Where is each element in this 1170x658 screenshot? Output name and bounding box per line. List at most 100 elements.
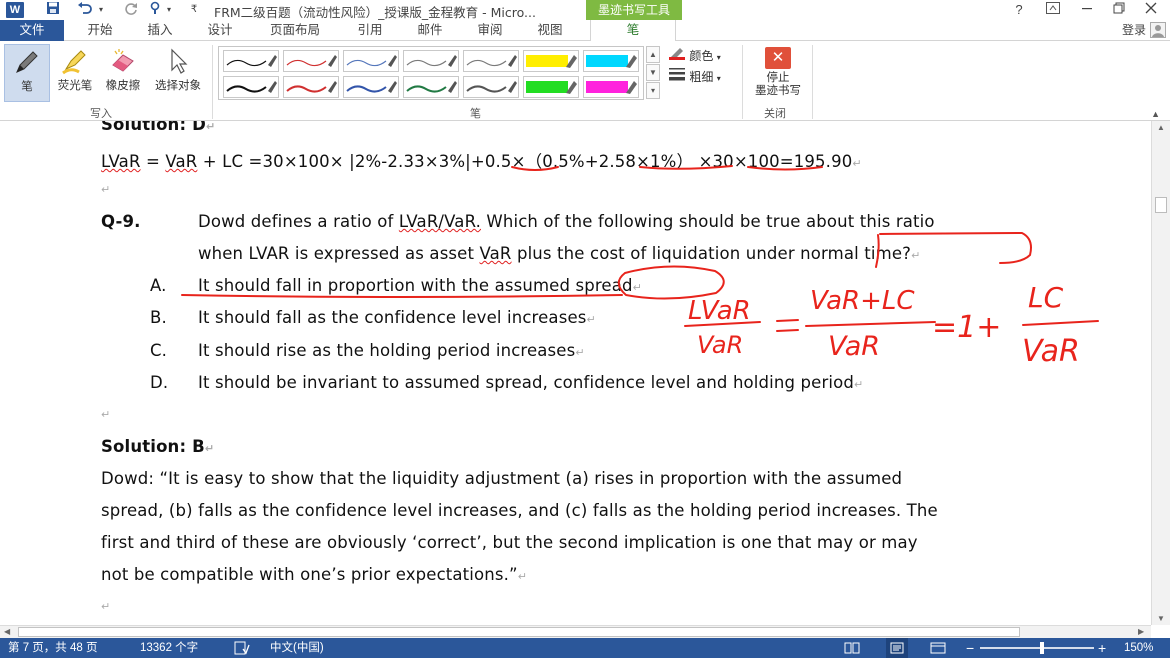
pen-style-swatch[interactable]	[343, 50, 399, 72]
select-objects-label: 选择对象	[155, 80, 201, 92]
gallery-more-icon[interactable]: ▾	[646, 82, 660, 99]
pen-style-swatch[interactable]	[223, 50, 279, 72]
pen-style-swatch[interactable]	[223, 76, 279, 98]
tab-review[interactable]: 审阅	[470, 20, 510, 41]
scroll-right-icon[interactable]: ▶	[1138, 627, 1144, 636]
undo-icon[interactable]	[76, 1, 94, 18]
quick-access-more-icon[interactable]: ₹	[188, 1, 200, 18]
gallery-scroll-down-icon[interactable]: ▼	[646, 64, 660, 81]
customize-icon[interactable]: ▾	[164, 1, 174, 18]
tab-references[interactable]: 引用	[350, 20, 390, 41]
word-count[interactable]: 13362 个字	[140, 638, 198, 658]
highlighter-icon	[61, 47, 89, 75]
ink-text-lc: LC	[1028, 281, 1064, 314]
ribbon-separator	[812, 45, 813, 119]
help-button[interactable]: ?	[1006, 1, 1032, 19]
tab-file[interactable]: 文件	[0, 20, 64, 41]
select-objects-button[interactable]: 选择对象	[148, 44, 208, 102]
close-icon[interactable]	[1138, 1, 1164, 19]
ink-fraction-bar-mid	[805, 321, 936, 327]
pen-thickness-dropdown-icon: ▾	[716, 74, 721, 83]
ink-text-one-plus: =1+	[932, 310, 1001, 345]
ink-equals-1	[776, 319, 799, 332]
ink-underline-tail	[747, 166, 823, 171]
ink-annotations: LVaR VaR VaR+LC VaR =1+ LC VaR	[181, 165, 1099, 369]
ink-underline-normal-time	[875, 232, 1032, 268]
pen-style-swatch[interactable]	[523, 76, 579, 98]
pen-style-swatch[interactable]	[283, 76, 339, 98]
proofing-icon[interactable]	[234, 638, 250, 658]
pen-color-button[interactable]: 颜色 ▾	[668, 46, 721, 64]
pen-icon	[13, 48, 41, 76]
stop-inking-button[interactable]: ✕ 停止 墨迹书写	[750, 47, 806, 98]
eraser-tool-button[interactable]: 橡皮擦	[100, 44, 146, 102]
pen-style-swatch[interactable]	[343, 76, 399, 98]
minimize-icon[interactable]	[1074, 1, 1100, 19]
scroll-left-icon[interactable]: ◀	[4, 627, 10, 636]
pen-style-swatch[interactable]	[463, 76, 519, 98]
web-layout-icon[interactable]	[930, 638, 946, 658]
pen-style-gallery	[218, 46, 644, 100]
read-mode-icon[interactable]	[844, 638, 860, 658]
login-link[interactable]: 登录	[1122, 20, 1146, 41]
ink-text-var-lc: VaR+LC	[810, 286, 915, 316]
save-icon[interactable]	[44, 1, 62, 18]
pen-style-swatch[interactable]	[523, 50, 579, 72]
language-indicator[interactable]: 中文(中国)	[270, 638, 324, 658]
scroll-down-icon[interactable]: ▼	[1157, 614, 1165, 623]
group-label-pens: 笔	[470, 108, 481, 120]
highlighter-tool-button[interactable]: 荧光笔	[52, 44, 98, 102]
ribbon-separator	[742, 45, 743, 119]
tab-insert[interactable]: 插入	[140, 20, 180, 41]
pen-style-swatch[interactable]	[403, 50, 459, 72]
tab-home[interactable]: 开始	[80, 20, 120, 41]
pen-style-swatch[interactable]	[283, 50, 339, 72]
horizontal-scroll-thumb[interactable]	[18, 627, 1020, 637]
pen-thickness-button[interactable]: 粗细 ▾	[668, 67, 721, 85]
tab-view[interactable]: 视图	[530, 20, 570, 41]
stop-inking-label-1: 停止	[766, 72, 790, 84]
collapse-ribbon-icon[interactable]: ▲	[1151, 109, 1160, 119]
ink-underline-option-a	[181, 294, 623, 298]
redo-icon[interactable]	[122, 1, 140, 18]
page-count[interactable]: 第 7 页，共 48 页	[8, 638, 97, 658]
zoom-in-button[interactable]: +	[1098, 638, 1106, 658]
vertical-scroll-thumb[interactable]	[1155, 197, 1167, 213]
zoom-level[interactable]: 150%	[1124, 638, 1153, 658]
ink-underline-plus05	[511, 166, 559, 171]
ribbon-tab-row: 文件 开始 插入 设计 页面布局 引用 邮件 审阅 视图 笔 登录	[0, 20, 1170, 42]
zoom-out-button[interactable]: −	[966, 638, 974, 658]
zoom-slider[interactable]	[980, 647, 1094, 649]
ribbon-display-options-icon[interactable]	[1040, 1, 1066, 19]
undo-dropdown-icon[interactable]: ▾	[96, 1, 106, 18]
ink-text-var-mid: VaR	[828, 331, 880, 362]
pen-tool-label: 笔	[21, 81, 33, 93]
print-layout-icon[interactable]	[886, 638, 908, 658]
scroll-up-icon[interactable]: ▲	[1157, 123, 1165, 132]
document-page[interactable]: Solution: D↵ LVaR = VaR + LC =30×100× |2…	[0, 121, 1151, 625]
eraser-tool-label: 橡皮擦	[105, 80, 141, 92]
pen-style-swatch[interactable]	[403, 76, 459, 98]
tab-mailings[interactable]: 邮件	[410, 20, 450, 41]
pen-style-swatch[interactable]	[583, 76, 639, 98]
pen-color-icon	[668, 48, 686, 63]
tab-page-layout[interactable]: 页面布局	[262, 20, 328, 41]
ink-text-var-right: VaR	[1022, 334, 1080, 369]
pen-style-swatch[interactable]	[463, 50, 519, 72]
ink-text-lvar: LVaR	[688, 296, 751, 326]
user-avatar-icon[interactable]	[1150, 22, 1166, 38]
eraser-icon	[109, 47, 137, 75]
zoom-slider-thumb[interactable]	[1040, 642, 1044, 654]
pen-color-label: 颜色	[689, 49, 714, 63]
tab-design[interactable]: 设计	[200, 20, 240, 41]
tab-pen[interactable]: 笔	[590, 20, 676, 42]
gallery-scroll-up-icon[interactable]: ▲	[646, 46, 660, 63]
pen-style-swatch[interactable]	[583, 50, 639, 72]
word-app-icon[interactable]: W	[6, 2, 24, 18]
pen-thickness-icon	[668, 68, 686, 84]
context-tab-header: 墨迹书写工具	[586, 0, 682, 20]
horizontal-scrollbar[interactable]: ◀ ▶	[0, 625, 1151, 638]
pen-tool-button[interactable]: 笔	[4, 44, 50, 102]
restore-icon[interactable]	[1106, 1, 1132, 19]
vertical-scrollbar[interactable]: ▲ ▼	[1151, 121, 1170, 625]
